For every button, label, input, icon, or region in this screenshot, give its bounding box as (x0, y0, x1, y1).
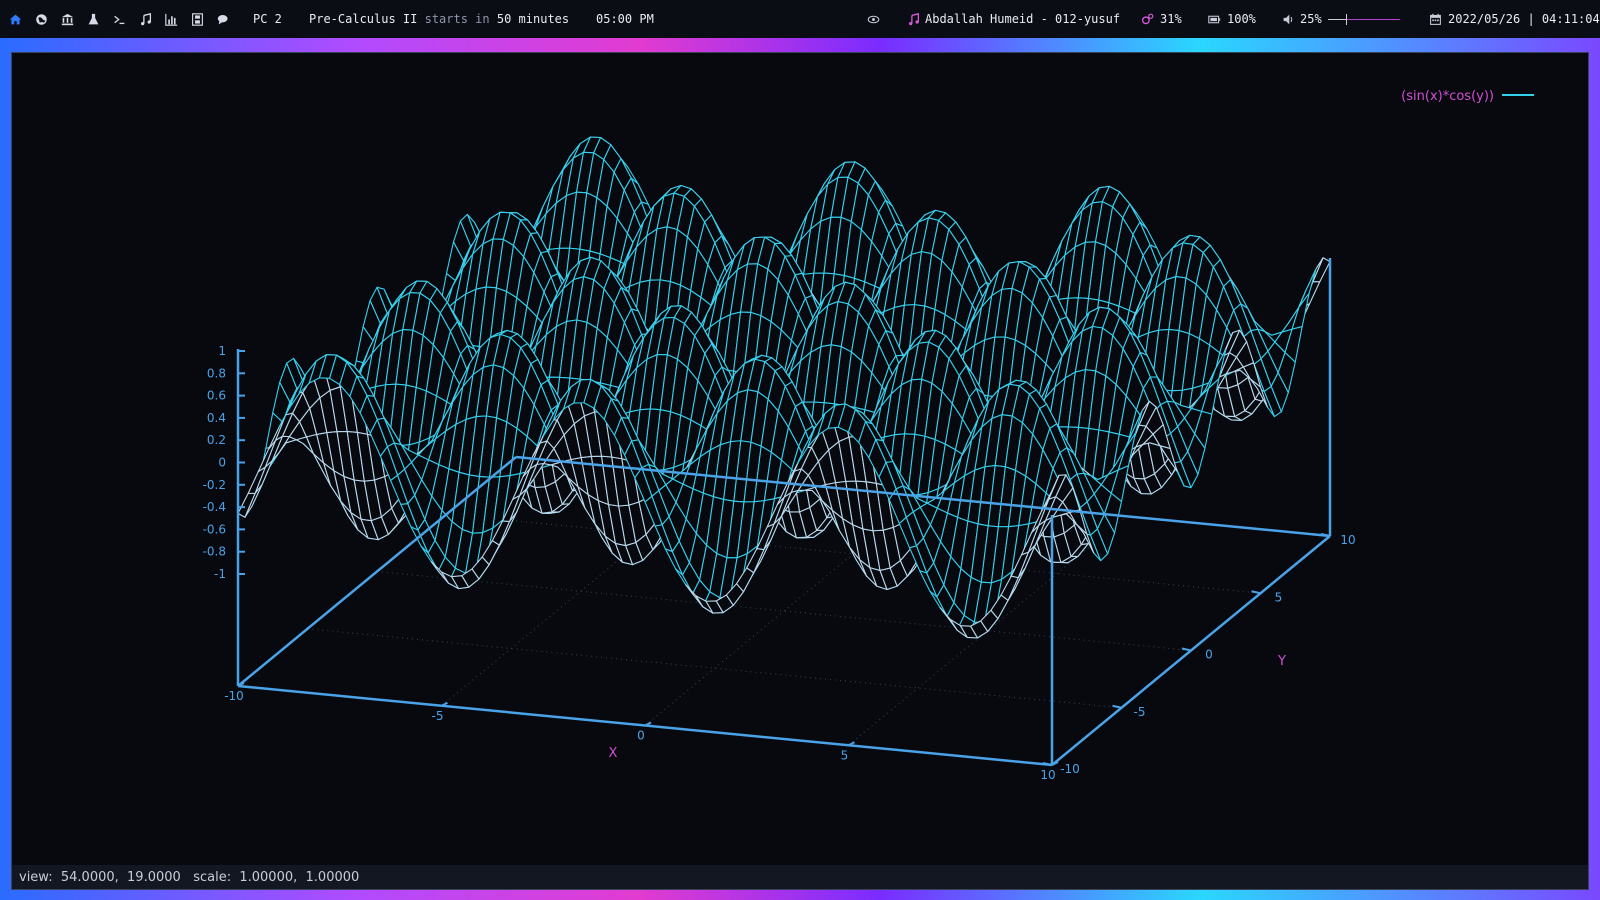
battery-icon (1205, 10, 1223, 28)
event-time: 05:00 PM (596, 0, 654, 38)
z-tick-label: -0.4 (203, 500, 226, 514)
z-tick-label: 0.2 (207, 433, 226, 447)
flask-icon[interactable] (84, 10, 102, 28)
surface-plot[interactable]: -10 -5 0 5 10 -10 -5 0 5 10 1 0.8 0.6 0.4 0.2 0 -0.2 -0.4… (12, 53, 1588, 865)
gnuplot-window[interactable]: -10 -5 0 5 10 -10 -5 0 5 10 1 0.8 0.6 0.4 0.2 0 -0.2 -0.4… (11, 52, 1589, 890)
globe-icon[interactable] (32, 10, 50, 28)
eye-icon[interactable] (864, 10, 882, 28)
now-playing[interactable]: Abdallah Humeid - 012-yusuf (904, 0, 1120, 38)
x-tick-label: 5 (841, 748, 849, 762)
y-tick-label: -10 (1060, 762, 1080, 776)
workspace-indicator[interactable]: PC 2 (253, 0, 282, 38)
datetime-label: 2022/05/26 | 04:11:04 (1448, 12, 1600, 26)
film-icon[interactable] (188, 10, 206, 28)
speaker-icon[interactable] (1279, 10, 1297, 28)
chat-icon[interactable] (214, 10, 232, 28)
scale-value: 1.00000, 1.00000 (239, 869, 360, 885)
z-tick-label: 0.4 (207, 411, 226, 425)
y-tick-label: 5 (1275, 590, 1283, 604)
clock[interactable]: 2022/05/26 | 04:11:04 (1426, 0, 1600, 38)
y-tick-label: 10 (1340, 533, 1355, 547)
x-tick-label: -10 (224, 689, 244, 703)
workspace-label: PC 2 (253, 12, 282, 26)
volume-slider[interactable] (1327, 14, 1400, 25)
scale-label: scale: (193, 869, 232, 885)
event-countdown: 50 minutes (496, 12, 570, 26)
x-tick-label: 0 (637, 729, 645, 743)
cpu-value: 31% (1160, 12, 1182, 26)
legend-label: (sin(x)*cos(y)) (1401, 89, 1494, 104)
status-bar: view: 54.0000, 19.0000 scale: 1.00000, 1… (12, 865, 1588, 889)
z-tick-label: -0.2 (203, 478, 226, 492)
launcher (6, 0, 240, 38)
volume-fill (1327, 19, 1346, 20)
y-tick-label: -5 (1134, 705, 1146, 719)
eye-toggle[interactable] (864, 0, 882, 38)
z-tick-label: 1 (218, 344, 226, 358)
volume-value: 25% (1300, 12, 1322, 26)
z-tick-label: -1 (214, 567, 226, 581)
battery-indicator: 100% (1205, 0, 1256, 38)
now-playing-track: Abdallah Humeid - 012-yusuf (925, 12, 1121, 26)
terminal-icon[interactable] (110, 10, 128, 28)
cpu-icon (1138, 10, 1156, 28)
z-tick-label: 0 (218, 456, 226, 470)
y-tick-label: 0 (1205, 648, 1213, 662)
view-label: view: (19, 869, 53, 885)
x-tick-label: 10 (1040, 768, 1055, 782)
music-note-icon[interactable] (136, 10, 154, 28)
z-tick-label: 0.8 (207, 366, 226, 380)
home-icon[interactable] (6, 10, 24, 28)
music-note-icon (904, 10, 922, 28)
calendar-icon (1426, 10, 1444, 28)
event-time-label: 05:00 PM (596, 12, 654, 26)
calendar-event[interactable]: Pre-Calculus II starts in 50 minutes (309, 0, 569, 38)
z-tick-label: -0.8 (203, 545, 226, 559)
bank-icon[interactable] (58, 10, 76, 28)
battery-value: 100% (1227, 12, 1256, 26)
event-name: Pre-Calculus II (309, 12, 418, 26)
cpu-indicator: 31% (1138, 0, 1182, 38)
x-axis-label: X (609, 746, 618, 761)
bar-chart-icon[interactable] (162, 10, 180, 28)
surface-mesh (237, 136, 1331, 639)
z-tick-label: 0.6 (207, 389, 226, 403)
top-bar: PC 2 Pre-Calculus II starts in 50 minute… (0, 0, 1600, 38)
z-tick-label: -0.6 (203, 522, 226, 536)
x-tick-label: -5 (432, 709, 444, 723)
view-value: 54.0000, 19.0000 (60, 869, 181, 885)
event-starts-in: starts in (424, 12, 490, 26)
volume-control[interactable]: 25% (1279, 0, 1400, 38)
volume-knob[interactable] (1345, 14, 1347, 25)
y-axis-label: Y (1277, 654, 1286, 669)
